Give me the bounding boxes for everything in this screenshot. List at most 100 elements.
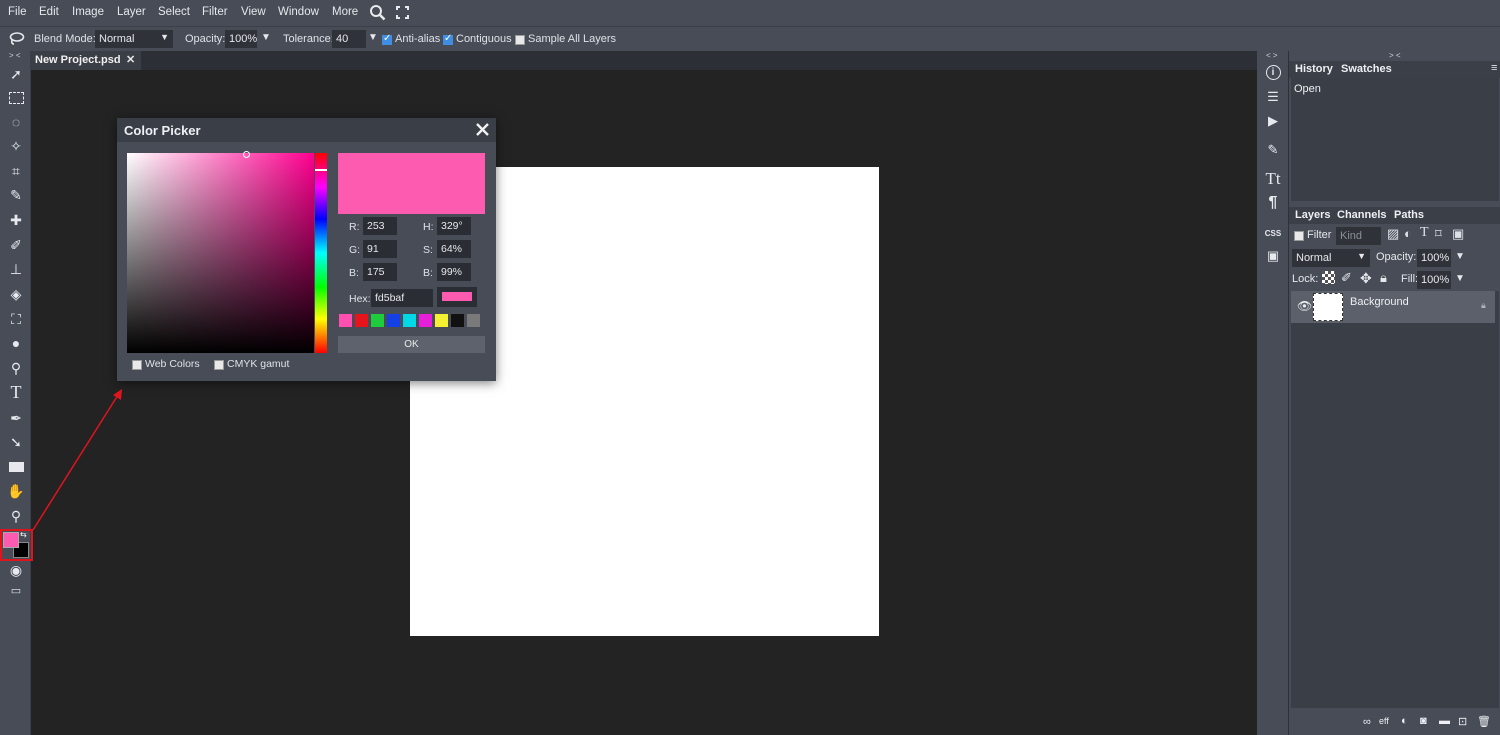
- search-icon[interactable]: [369, 4, 386, 21]
- hex-input[interactable]: fd5baf: [371, 289, 433, 307]
- blur-icon[interactable]: ●: [5, 333, 27, 353]
- menu-edit[interactable]: Edit: [39, 6, 59, 18]
- lock-all-icon[interactable]: 🔒︎: [1380, 270, 1387, 286]
- healing-icon[interactable]: ✚: [5, 210, 27, 230]
- blend-mode-select[interactable]: Normal ▼: [95, 30, 173, 48]
- tolerance-input[interactable]: 40: [332, 30, 366, 48]
- hue-slider[interactable]: [315, 153, 327, 353]
- css-icon[interactable]: CSS: [1262, 223, 1284, 243]
- tab-paths[interactable]: Paths: [1394, 209, 1424, 221]
- bucket-icon[interactable]: ⛶: [5, 309, 27, 329]
- magic-wand-icon[interactable]: ✧: [5, 136, 27, 156]
- layer-mask-icon[interactable]: ◙: [1420, 715, 1427, 727]
- collapse-panel-button[interactable]: > <: [1389, 51, 1401, 60]
- menu-more[interactable]: More: [332, 6, 358, 18]
- type-tool-icon[interactable]: T: [5, 382, 27, 402]
- antialias-checkbox[interactable]: [382, 33, 392, 45]
- close-tab-icon[interactable]: ✕: [126, 53, 135, 66]
- link-layers-icon[interactable]: ∞: [1363, 716, 1371, 728]
- hand-icon[interactable]: ✋: [5, 481, 27, 501]
- hue-slider-handle[interactable]: [315, 169, 327, 171]
- layer-opacity-input[interactable]: 100%: [1417, 249, 1451, 267]
- collapse-right-button[interactable]: < >: [1266, 51, 1278, 60]
- layer-filter-checkbox[interactable]: [1294, 231, 1304, 241]
- swatch-blue[interactable]: [387, 314, 400, 327]
- path-select-icon[interactable]: ➘: [5, 432, 27, 452]
- dodge-icon[interactable]: ⚲: [5, 358, 27, 378]
- menu-file[interactable]: File: [8, 6, 27, 18]
- tab-layers[interactable]: Layers: [1295, 209, 1330, 221]
- lasso-icon[interactable]: ◌: [5, 112, 27, 132]
- adjustment-layer-icon[interactable]: ◐: [1401, 715, 1408, 727]
- layer-kind-select[interactable]: Kind: [1336, 227, 1381, 245]
- screen-mode-icon[interactable]: ▭: [5, 580, 27, 600]
- swatch-pink[interactable]: [339, 314, 352, 327]
- color-picker-cursor[interactable]: [243, 151, 250, 158]
- opacity-input[interactable]: 100%: [225, 30, 257, 48]
- s-input[interactable]: 64%: [437, 240, 471, 258]
- swatch-gray[interactable]: [467, 314, 480, 327]
- move-tool-icon[interactable]: ➚: [5, 64, 27, 84]
- brush-settings-icon[interactable]: ✎: [1262, 140, 1284, 160]
- paragraph-icon[interactable]: ¶: [1262, 193, 1284, 213]
- new-layer-icon[interactable]: ⊡: [1458, 715, 1467, 728]
- h-input[interactable]: 329°: [437, 217, 471, 235]
- color-picker-titlebar[interactable]: Color Picker: [117, 118, 496, 142]
- filter-shape-icon[interactable]: ⌑: [1435, 226, 1442, 242]
- layer-row[interactable]: 👁︎ Background 🔒︎: [1291, 291, 1495, 323]
- r-input[interactable]: 253: [363, 217, 397, 235]
- tab-history[interactable]: History: [1295, 63, 1333, 75]
- lock-paint-icon[interactable]: ✐: [1341, 270, 1352, 286]
- eraser-icon[interactable]: ◈: [5, 284, 27, 304]
- b-input[interactable]: 175: [363, 263, 397, 281]
- filter-type-icon[interactable]: T: [1420, 225, 1429, 241]
- web-colors-checkbox[interactable]: [132, 360, 142, 370]
- new-group-icon[interactable]: ▬: [1439, 715, 1450, 727]
- tab-channels[interactable]: Channels: [1337, 209, 1387, 221]
- close-icon[interactable]: [476, 123, 489, 136]
- swatch-magenta[interactable]: [419, 314, 432, 327]
- brightness-input[interactable]: 99%: [437, 263, 471, 281]
- info-icon[interactable]: i: [1262, 62, 1284, 82]
- brush-icon[interactable]: ✐: [5, 235, 27, 255]
- history-item[interactable]: Open: [1294, 83, 1321, 95]
- menu-filter[interactable]: Filter: [202, 6, 228, 18]
- ok-button[interactable]: OK: [338, 336, 485, 353]
- lock-move-icon[interactable]: ✥: [1360, 270, 1372, 287]
- delete-layer-icon[interactable]: 🗑︎: [1477, 715, 1491, 728]
- tab-swatches[interactable]: Swatches: [1341, 63, 1392, 75]
- crop-icon[interactable]: ⌗: [5, 161, 27, 181]
- marquee-tool-icon[interactable]: [5, 88, 27, 108]
- menu-view[interactable]: View: [241, 6, 266, 18]
- adjustments-icon[interactable]: ☰: [1262, 87, 1284, 107]
- actions-play-icon[interactable]: ▶: [1262, 111, 1284, 131]
- swatch-red[interactable]: [355, 314, 368, 327]
- tolerance-dropdown-icon[interactable]: ▼: [368, 32, 378, 43]
- character-icon[interactable]: Tt: [1262, 169, 1284, 189]
- menu-window[interactable]: Window: [278, 6, 319, 18]
- filter-adjustment-icon[interactable]: ◐: [1404, 226, 1412, 241]
- pen-icon[interactable]: ✒: [5, 408, 27, 428]
- quick-mask-icon[interactable]: ◉: [5, 560, 27, 580]
- menu-layer[interactable]: Layer: [117, 6, 146, 18]
- eyedropper-icon[interactable]: ✎: [5, 185, 27, 205]
- fill-dropdown-icon[interactable]: ▼: [1455, 273, 1465, 284]
- filter-pixel-icon[interactable]: ▨: [1387, 226, 1399, 242]
- layer-opacity-dropdown-icon[interactable]: ▼: [1455, 251, 1465, 262]
- layer-effects-button[interactable]: eff: [1379, 716, 1389, 726]
- cmyk-gamut-checkbox[interactable]: [214, 360, 224, 370]
- swatch-green[interactable]: [371, 314, 384, 327]
- menu-image[interactable]: Image: [72, 6, 104, 18]
- image-panel-icon[interactable]: ▣: [1262, 246, 1284, 266]
- swatch-cyan[interactable]: [403, 314, 416, 327]
- g-input[interactable]: 91: [363, 240, 397, 258]
- document-tab[interactable]: New Project.psd ✕: [31, 51, 141, 70]
- rectangle-icon[interactable]: [5, 457, 27, 477]
- contiguous-checkbox[interactable]: [443, 33, 453, 45]
- opacity-dropdown-icon[interactable]: ▼: [261, 32, 271, 43]
- panel-menu-icon[interactable]: ≡: [1491, 62, 1497, 74]
- collapse-tools-button[interactable]: > <: [9, 51, 21, 60]
- menu-select[interactable]: Select: [158, 6, 190, 18]
- swatch-yellow[interactable]: [435, 314, 448, 327]
- layer-name[interactable]: Background: [1350, 296, 1409, 308]
